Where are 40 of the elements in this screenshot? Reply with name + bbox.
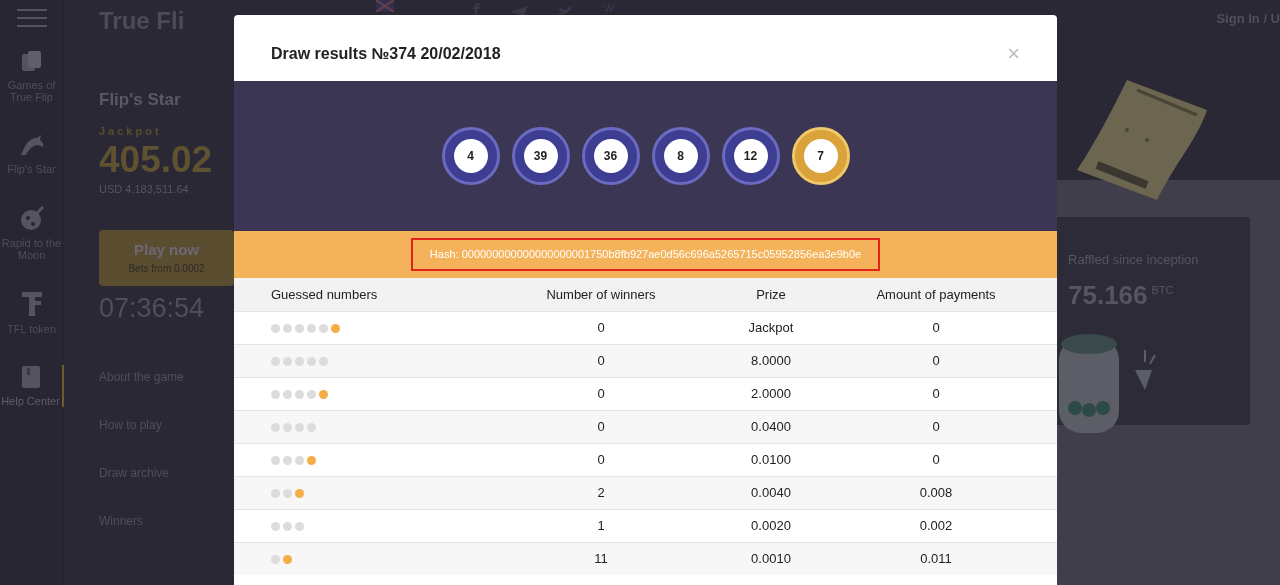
table-cell-text: 0: [596, 385, 606, 404]
table-cell-text: 8.0000: [750, 352, 792, 371]
cards-icon: [19, 49, 44, 73]
table-cell-text: 11: [593, 550, 609, 569]
table-cell-text: 0.002: [918, 517, 954, 536]
close-button[interactable]: ×: [1007, 43, 1020, 65]
column-header: Number of winners: [545, 285, 657, 304]
column-header: Amount of payments: [875, 285, 997, 304]
table-cell-text: 0: [596, 418, 606, 437]
token-icon: [20, 291, 43, 317]
table-cell-text: 0.0400: [750, 418, 792, 437]
table-cell-text: Jackpot: [747, 319, 795, 338]
hash-text: Hash: 000000000000000000001750b8fb927ae0d56c696a5265715c05952856ea3e9b0e: [410, 238, 881, 271]
table-cell-text: 0: [596, 451, 606, 470]
table-cell-text: 0: [931, 352, 941, 371]
table-cell-text: 0: [931, 418, 941, 437]
twitter-icon[interactable]: [558, 6, 574, 16]
table-cell-text: 0.0100: [750, 451, 792, 470]
table-cell-text: 0.008: [918, 484, 954, 503]
table-cell-text: 1: [596, 517, 606, 536]
table-cell-text: 0.011: [919, 550, 953, 569]
moon-icon: [18, 205, 45, 231]
table-cell-text: 2: [596, 484, 606, 503]
column-header: Prize: [755, 285, 787, 304]
table-cell-text: 0.0020: [750, 517, 792, 536]
table-cell-text: 0: [596, 352, 606, 371]
table-cell-text: 0: [931, 319, 941, 338]
table-cell-text: 0.0040: [750, 484, 792, 503]
dialog-title: Draw results №374 20/02/2018: [271, 44, 501, 64]
table-cell-text: 2.0000: [750, 385, 792, 404]
column-header: Guessed numbers: [271, 285, 379, 304]
facebook-icon[interactable]: [472, 3, 480, 15]
menu-icon[interactable]: [16, 9, 47, 27]
table-cell-text: 0: [931, 385, 941, 404]
table-cell-text: 0.0010: [750, 550, 792, 569]
flag-icon[interactable]: [376, 0, 394, 12]
table-cell-text: 0: [596, 319, 606, 338]
table-cell-text: 0: [931, 451, 941, 470]
dolphin-icon: [18, 133, 45, 157]
book-icon: [20, 365, 41, 389]
